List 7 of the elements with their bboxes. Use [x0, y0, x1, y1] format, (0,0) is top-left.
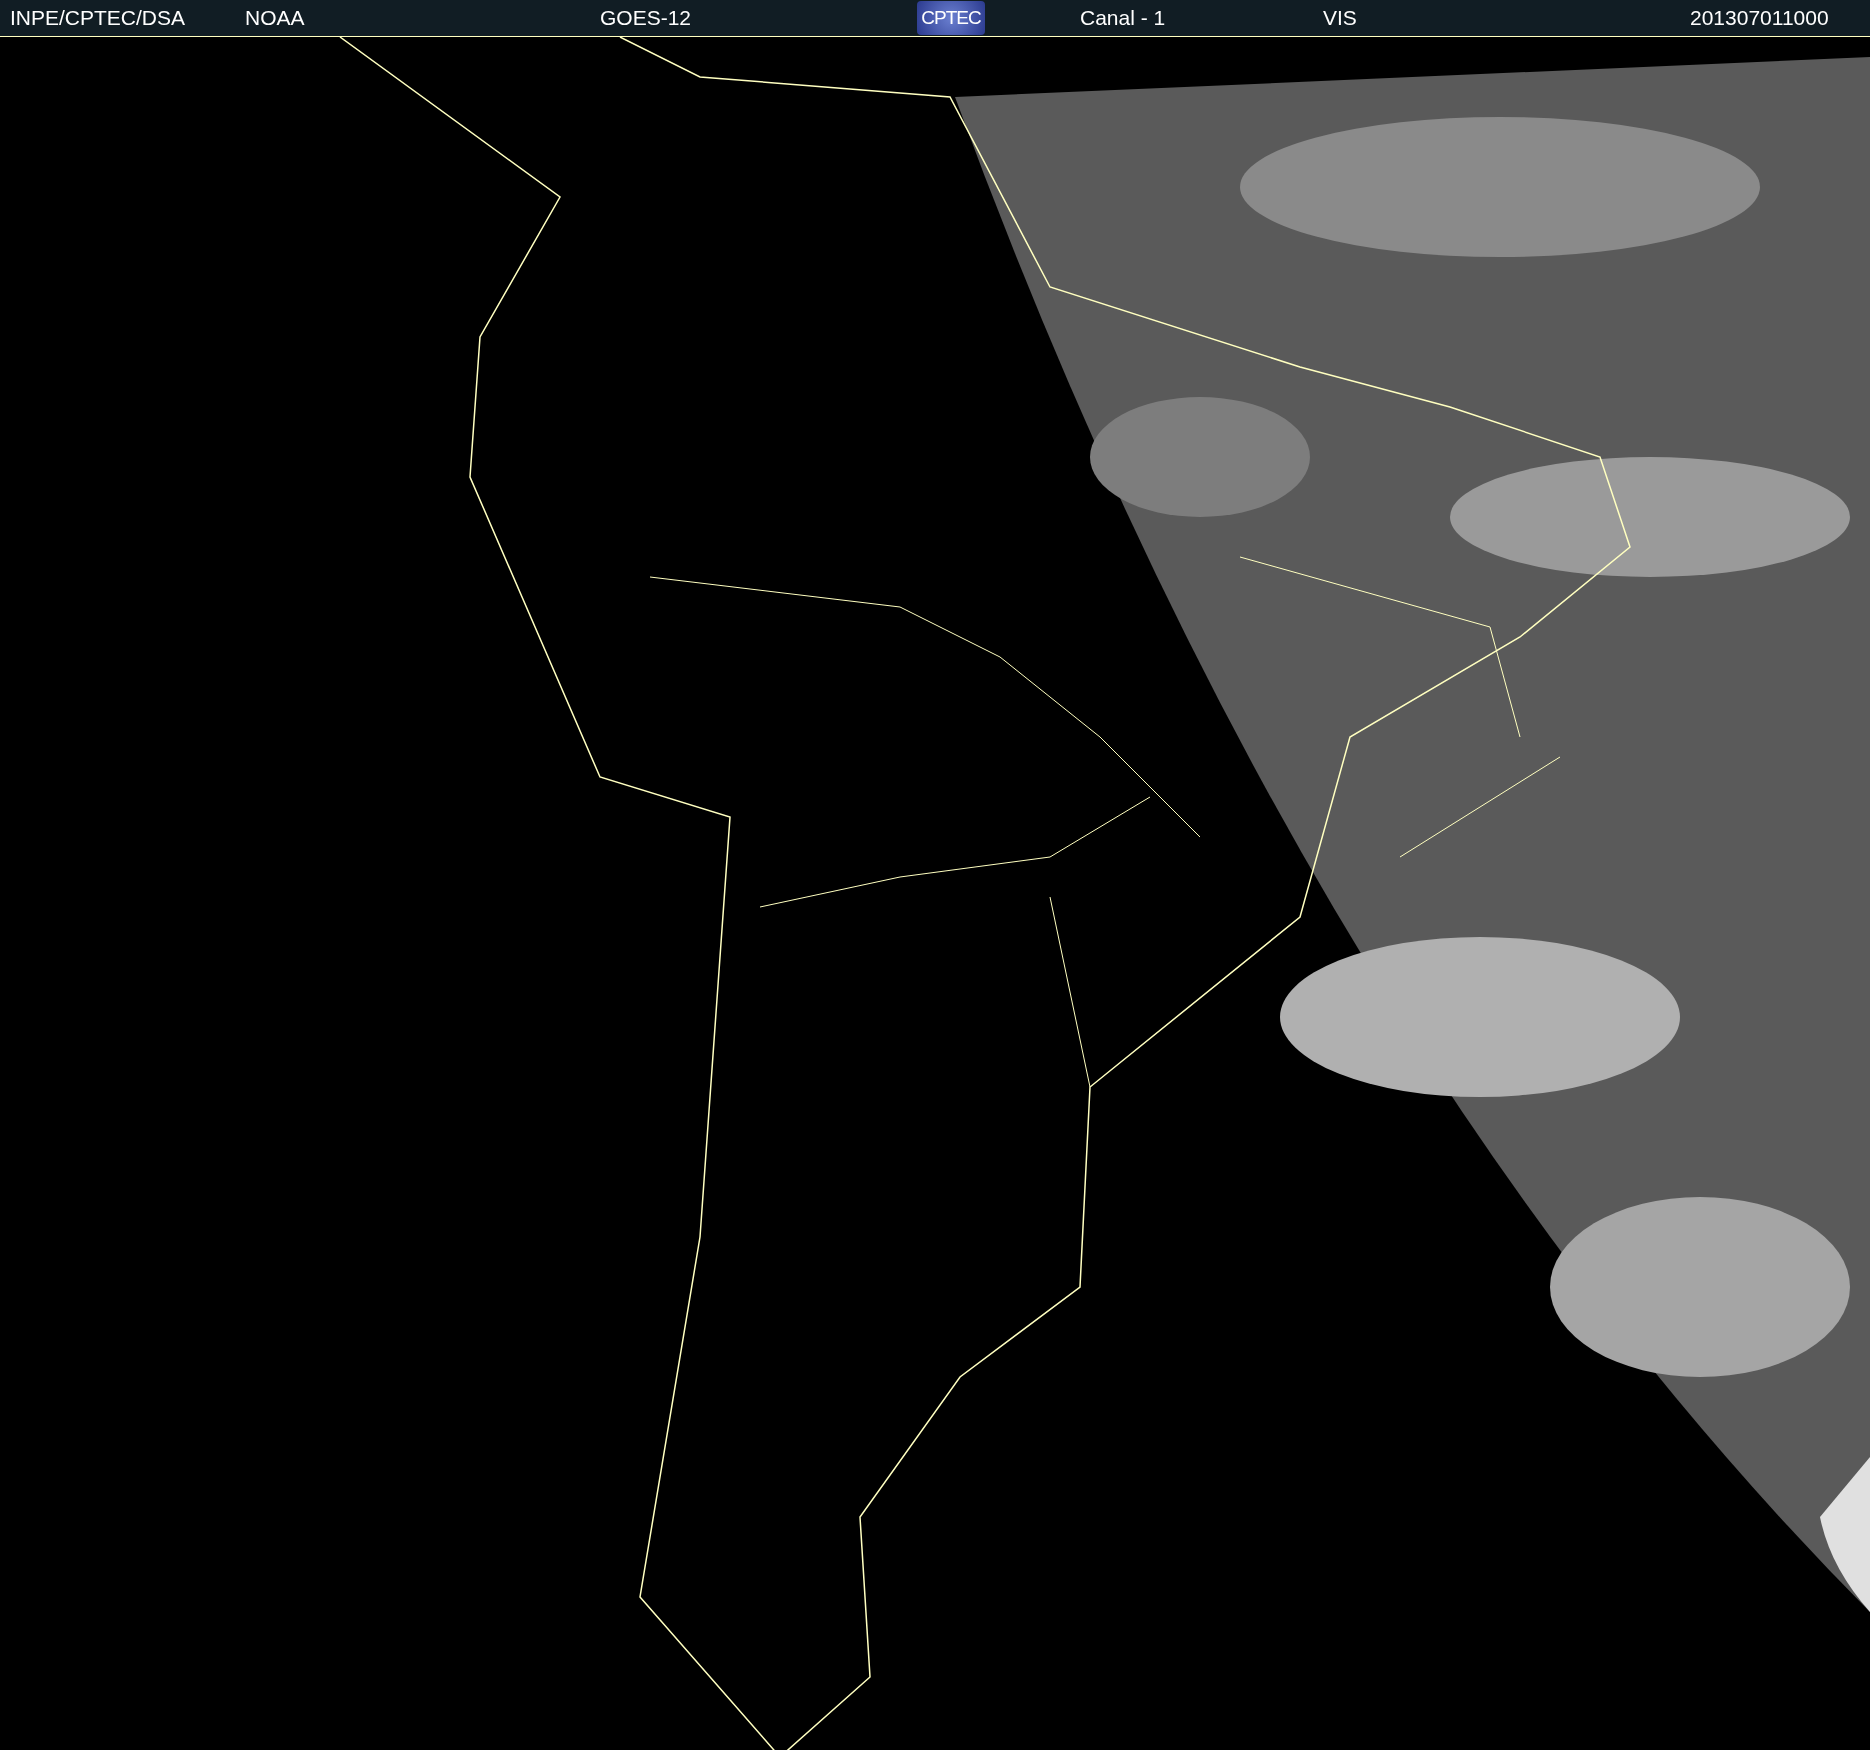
header-label: Canal - 1: [1080, 5, 1166, 31]
header-label: VIS: [1323, 5, 1357, 31]
logo: CPTEC: [917, 1, 985, 35]
header-label: NOAA: [245, 5, 305, 31]
header-label: GOES-12: [600, 5, 692, 31]
header-label: 201307011000: [1690, 5, 1829, 31]
header-label: INPE/CPTEC/DSA: [10, 5, 186, 31]
